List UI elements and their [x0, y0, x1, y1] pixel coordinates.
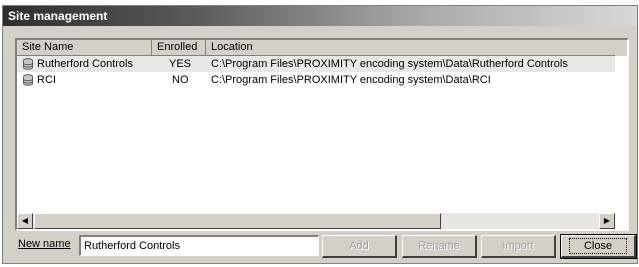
close-button[interactable]: Close — [560, 234, 637, 259]
table-row[interactable]: Rutherford Controls YES C:\Program Files… — [17, 56, 615, 72]
database-icon — [23, 58, 33, 70]
site-list[interactable]: Site Name Enrolled Location Rutherford C… — [15, 38, 629, 231]
site-management-window: Site management Site Name Enrolled Locat… — [2, 5, 638, 264]
location-cell: C:\Program Files\PROXIMITY encoding syst… — [211, 74, 491, 86]
add-button[interactable]: Add — [322, 235, 397, 258]
close-button-label: Close — [568, 238, 628, 254]
database-icon — [23, 74, 33, 86]
location-cell: C:\Program Files\PROXIMITY encoding syst… — [211, 58, 568, 70]
scroll-right-button[interactable]: ▶ — [599, 213, 615, 229]
column-header-enrolled[interactable]: Enrolled — [152, 40, 206, 56]
enrolled-cell: NO — [172, 74, 189, 86]
column-header-location[interactable]: Location — [206, 40, 615, 56]
scroll-left-button[interactable]: ◀ — [17, 213, 33, 229]
site-name-cell: Rutherford Controls — [37, 58, 133, 70]
rename-button[interactable]: Rename — [402, 235, 477, 258]
rename-button-label: Rename — [418, 240, 460, 252]
horizontal-scrollbar[interactable]: ◀ ▶ — [17, 213, 615, 229]
scrollbar-thumb[interactable] — [34, 213, 441, 229]
title-bar[interactable]: Site management — [3, 6, 637, 26]
add-button-label: Add — [349, 240, 369, 252]
import-button-label: Import — [502, 240, 534, 252]
table-row[interactable]: RCI NO C:\Program Files\PROXIMITY encodi… — [17, 72, 615, 88]
window-title: Site management — [8, 9, 108, 23]
arrow-left-icon: ◀ — [21, 216, 29, 225]
import-button[interactable]: Import — [481, 235, 556, 258]
enrolled-cell: YES — [169, 58, 192, 70]
column-header-site-name[interactable]: Site Name — [17, 40, 152, 56]
list-header: Site Name Enrolled Location — [17, 40, 627, 56]
new-name-label: New name — [18, 238, 71, 250]
arrow-right-icon: ▶ — [603, 216, 611, 225]
new-name-input[interactable] — [79, 235, 319, 256]
new-name-label-text: New name — [18, 238, 71, 250]
site-name-cell: RCI — [37, 74, 56, 86]
